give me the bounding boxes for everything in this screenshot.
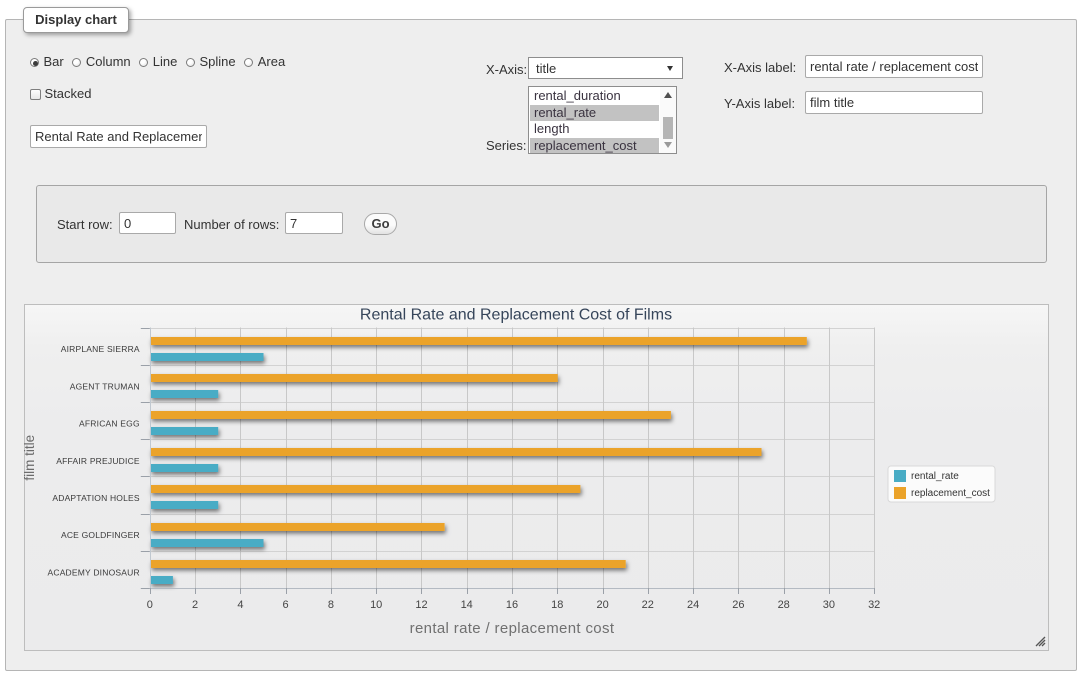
- svg-text:replacement_cost: replacement_cost: [911, 488, 990, 499]
- svg-text:22: 22: [642, 599, 654, 611]
- svg-text:6: 6: [283, 599, 289, 611]
- svg-text:0: 0: [147, 599, 153, 611]
- svg-text:4: 4: [237, 599, 243, 611]
- svg-text:rental_rate: rental_rate: [911, 471, 959, 482]
- svg-text:20: 20: [596, 599, 608, 611]
- svg-text:8: 8: [328, 599, 334, 611]
- svg-text:14: 14: [461, 599, 473, 611]
- svg-text:ACADEMY DINOSAUR: ACADEMY DINOSAUR: [47, 567, 139, 577]
- svg-text:32: 32: [868, 599, 880, 611]
- svg-text:AFFAIR PREJUDICE: AFFAIR PREJUDICE: [56, 456, 140, 466]
- svg-text:30: 30: [823, 599, 835, 611]
- svg-text:18: 18: [551, 599, 563, 611]
- svg-text:28: 28: [778, 599, 790, 611]
- svg-text:rental rate / replacement cost: rental rate / replacement cost: [410, 620, 615, 637]
- svg-text:26: 26: [732, 599, 744, 611]
- svg-text:2: 2: [192, 599, 198, 611]
- svg-text:AFRICAN EGG: AFRICAN EGG: [79, 419, 140, 429]
- svg-text:film title: film title: [24, 435, 37, 481]
- svg-text:24: 24: [687, 599, 699, 611]
- svg-text:10: 10: [370, 599, 382, 611]
- svg-text:Rental Rate and Replacement Co: Rental Rate and Replacement Cost of Film…: [360, 307, 672, 324]
- svg-text:12: 12: [415, 599, 427, 611]
- svg-text:AGENT TRUMAN: AGENT TRUMAN: [70, 381, 140, 391]
- svg-text:ACE GOLDFINGER: ACE GOLDFINGER: [61, 530, 140, 540]
- svg-text:AIRPLANE SIERRA: AIRPLANE SIERRA: [61, 344, 140, 354]
- svg-text:16: 16: [506, 599, 518, 611]
- svg-text:ADAPTATION HOLES: ADAPTATION HOLES: [52, 493, 140, 503]
